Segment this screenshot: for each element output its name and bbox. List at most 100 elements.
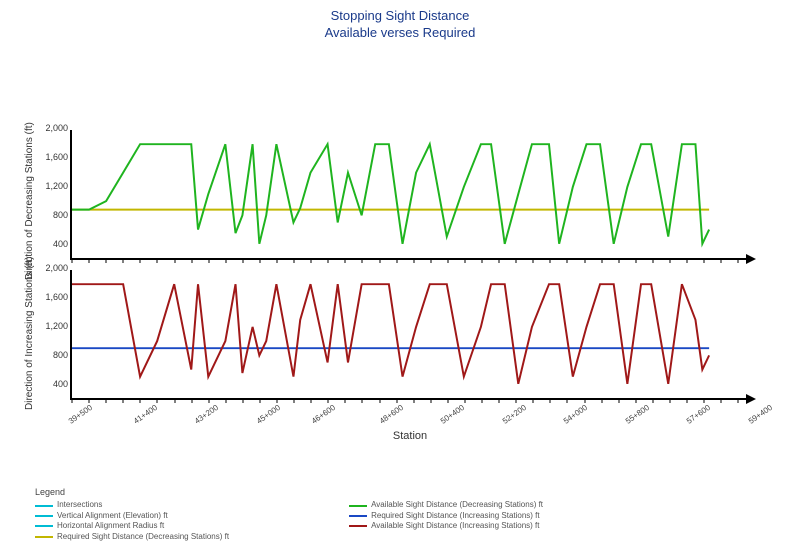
tickmark (277, 258, 278, 263)
tickmark (345, 258, 346, 263)
tickmark (550, 258, 551, 263)
tickmark (430, 258, 431, 263)
tickmark (242, 258, 243, 263)
tickmark (157, 398, 158, 403)
tickmark (345, 398, 346, 403)
tickmark (413, 398, 414, 403)
tickmark (106, 398, 107, 403)
x-axis-arrow (746, 394, 756, 404)
tickmark (601, 398, 602, 403)
plot-svg-2 (72, 270, 750, 398)
legend-item: Available Sight Distance (Decreasing Sta… (349, 500, 543, 510)
legend-label: Vertical Alignment (Elevation) ft (57, 511, 168, 521)
legend-swatch (349, 505, 367, 507)
ytick: 2,000 (45, 263, 72, 273)
tickmark (294, 258, 295, 263)
tickmark (208, 398, 209, 403)
tickmark (567, 398, 568, 403)
tickmark (140, 398, 141, 403)
tickmark (225, 258, 226, 263)
title-line1: Stopping Sight Distance (0, 8, 800, 25)
plot-area: 4008001,2001,6002,000 4008001,2001,6002,… (70, 130, 750, 400)
ytick: 1,200 (45, 321, 72, 331)
legend-item: Available Sight Distance (Increasing Sta… (349, 521, 543, 531)
series-line (72, 284, 709, 384)
legend-header: Legend (35, 487, 543, 499)
legend-swatch (35, 525, 53, 527)
tickmark (379, 258, 380, 263)
tickmark (225, 398, 226, 403)
ytick: 800 (53, 210, 72, 220)
legend: Legend IntersectionsVertical Alignment (… (35, 487, 543, 542)
tickmark (464, 398, 465, 403)
tickmark (328, 258, 329, 263)
chart-title: Stopping Sight Distance Available verses… (0, 0, 800, 42)
tickmark (311, 398, 312, 403)
tickmark (362, 258, 363, 263)
ytick: 800 (53, 350, 72, 360)
tickmark (413, 258, 414, 263)
legend-label: Required Sight Distance (Increasing Stat… (371, 511, 540, 521)
tickmark (328, 398, 329, 403)
legend-label: Horizontal Alignment Radius ft (57, 521, 164, 531)
tickmark (464, 258, 465, 263)
legend-swatch (35, 536, 53, 538)
ytick: 1,600 (45, 292, 72, 302)
tickmark (687, 258, 688, 263)
tickmark (362, 398, 363, 403)
tickmark (242, 398, 243, 403)
tickmark (157, 258, 158, 263)
tickmark (447, 258, 448, 263)
tickmark (704, 258, 705, 263)
tickmark (669, 398, 670, 403)
tickmark (567, 258, 568, 263)
legend-label: Intersections (57, 500, 102, 510)
legend-item: Vertical Alignment (Elevation) ft (35, 511, 229, 521)
tickmark (140, 258, 141, 263)
ytick: 1,200 (45, 181, 72, 191)
tickmark (618, 258, 619, 263)
tickmark (191, 398, 192, 403)
tickmark (106, 258, 107, 263)
tickmark (89, 258, 90, 263)
tickmark (174, 258, 175, 263)
legend-label: Available Sight Distance (Decreasing Sta… (371, 500, 543, 510)
tickmark (482, 398, 483, 403)
tickmark (482, 258, 483, 263)
tickmark (499, 398, 500, 403)
panel-decreasing: 4008001,2001,6002,000 (70, 130, 750, 260)
tickmark (584, 398, 585, 403)
legend-item: Required Sight Distance (Decreasing Stat… (35, 532, 229, 542)
ytick: 400 (53, 379, 72, 389)
xtick: 50+400 (436, 398, 467, 426)
tickmark (430, 398, 431, 403)
tickmark (294, 398, 295, 403)
tickmark (533, 258, 534, 263)
tickmark (174, 398, 175, 403)
plot-svg-1 (72, 130, 750, 258)
tickmark (311, 258, 312, 263)
tickmark (533, 398, 534, 403)
ytick: 2,000 (45, 123, 72, 133)
tickmark (259, 258, 260, 263)
tickmark (635, 258, 636, 263)
x-axis-arrow (746, 254, 756, 264)
legend-label: Required Sight Distance (Decreasing Stat… (57, 532, 229, 542)
legend-label: Available Sight Distance (Increasing Sta… (371, 521, 539, 531)
tickmark (738, 398, 739, 403)
tickmark (601, 258, 602, 263)
tickmark (447, 398, 448, 403)
tickmark (277, 398, 278, 403)
xtick: 52+200 (497, 398, 528, 426)
tickmark (516, 398, 517, 403)
legend-swatch (349, 515, 367, 517)
tickmark (123, 258, 124, 263)
tickmark (721, 258, 722, 263)
tickmark (499, 258, 500, 263)
panel-increasing: 4008001,2001,6002,00039+50041+40043+2004… (70, 270, 750, 400)
tickmark (379, 398, 380, 403)
tickmark (396, 398, 397, 403)
legend-swatch (35, 515, 53, 517)
tickmark (687, 398, 688, 403)
tickmark (618, 398, 619, 403)
